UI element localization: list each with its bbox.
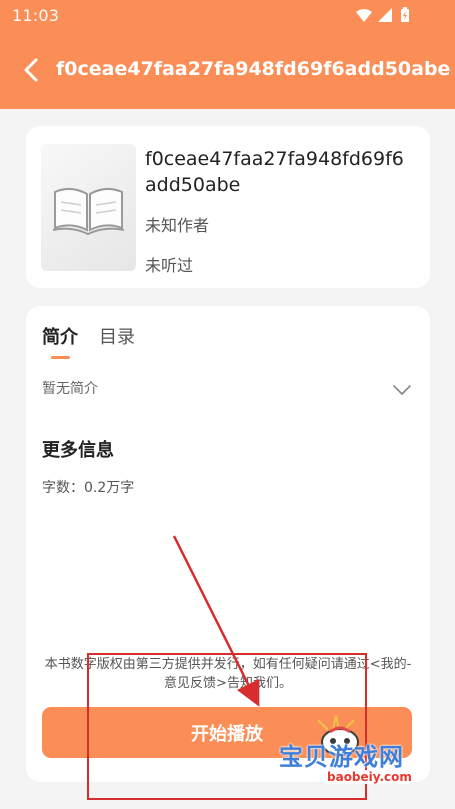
signal-icon — [378, 8, 392, 22]
top-app-bar: 11:03 f0ceae47faa27fa948fd69f6add50abe — [0, 0, 455, 109]
listen-status: 未听过 — [145, 256, 194, 275]
chevron-down-icon — [393, 385, 411, 395]
book-cover — [41, 144, 136, 271]
back-button[interactable] — [18, 55, 44, 85]
tab-intro[interactable]: 简介 — [42, 323, 78, 349]
back-arrow-icon — [24, 58, 38, 82]
book-author: 未知作者 — [145, 216, 210, 235]
watermark-url: baobeiy.com — [324, 770, 415, 784]
expand-intro-button[interactable] — [392, 382, 412, 396]
word-count: 字数：0.2万字 — [42, 480, 135, 496]
book-summary-card: f0ceae47faa27fa948fd69f6add50abe 未知作者 未听… — [26, 126, 430, 288]
battery-icon — [401, 7, 409, 22]
status-icons — [356, 7, 409, 22]
intro-text: 暂无简介 — [42, 381, 98, 397]
tab-contents[interactable]: 目录 — [99, 323, 135, 349]
more-info-heading: 更多信息 — [42, 440, 114, 461]
page-title: f0ceae47faa27fa948fd69f6add50abe — [56, 58, 451, 80]
wifi-icon — [356, 9, 372, 22]
book-cover-icon — [52, 188, 125, 236]
book-title: f0ceae47faa27fa948fd69f6add50abe — [145, 148, 404, 196]
watermark-text: 宝贝游戏网 — [279, 743, 404, 771]
active-tab-indicator — [51, 356, 70, 359]
status-time: 11:03 — [12, 6, 60, 25]
